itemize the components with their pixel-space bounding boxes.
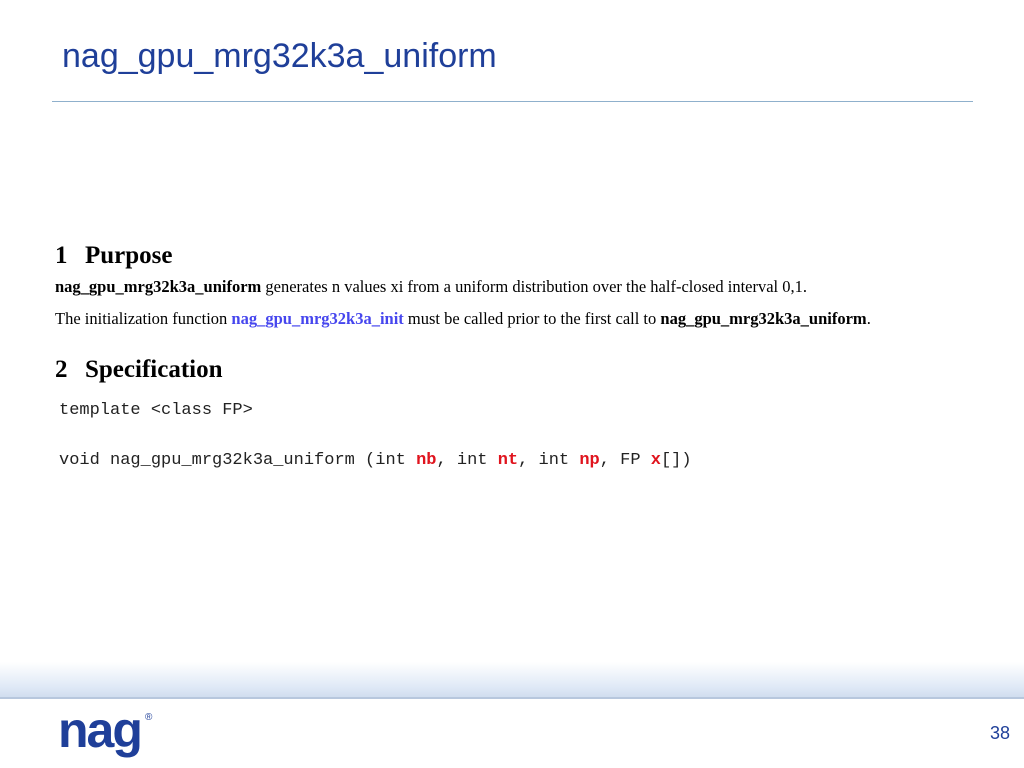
- init-end-text: .: [866, 309, 871, 328]
- param-nt: nt: [497, 451, 519, 470]
- purpose-paragraph: nag_gpu_mrg32k3a_uniform generates n val…: [55, 276, 955, 298]
- init-middle-text: must be called prior to the first call t…: [403, 309, 661, 328]
- param-nb: nb: [416, 451, 437, 470]
- param-np: np: [579, 451, 600, 470]
- document-excerpt: 1 Purpose nag_gpu_mrg32k3a_uniform genera…: [55, 238, 955, 473]
- page-number: 38: [989, 723, 1010, 743]
- function-name: nag_gpu_mrg32k3a_uniform: [55, 277, 262, 296]
- code-signature-suffix: []): [660, 451, 692, 470]
- init-function-link[interactable]: nag_gpu_mrg32k3a_init: [231, 309, 403, 328]
- slide: nag_gpu_mrg32k3a_uniform 1 Purpose nag_gp…: [0, 0, 1024, 768]
- code-separator: , int: [436, 451, 498, 470]
- slide-title: nag_gpu_mrg32k3a_uniform: [62, 37, 497, 75]
- section-title: Purpose: [85, 242, 173, 269]
- section-number: 2: [55, 356, 68, 383]
- code-signature-prefix: void nag_gpu_mrg32k3a_uniform (int: [59, 451, 417, 470]
- code-signature-line: void nag_gpu_mrg32k3a_uniform (int nb, i…: [59, 448, 955, 473]
- param-x: x: [650, 451, 661, 470]
- init-paragraph: The initialization function nag_gpu_mrg3…: [55, 308, 955, 330]
- code-separator: , FP: [599, 451, 651, 470]
- nag-logo: nag: [58, 702, 143, 758]
- init-lead-text: The initialization function: [55, 309, 232, 328]
- section-heading-specification: 2 Specification: [55, 352, 955, 388]
- footer-divider: [0, 697, 1024, 699]
- code-separator: , int: [518, 451, 580, 470]
- title-divider: [52, 101, 973, 102]
- registered-mark: ®: [145, 712, 153, 723]
- function-name: nag_gpu_mrg32k3a_uniform: [660, 309, 867, 328]
- purpose-text: generates n values xi from a uniform dis…: [261, 277, 807, 296]
- section-title: Specification: [85, 356, 223, 383]
- code-block: template <class FP> void nag_gpu_mrg32k3a…: [59, 398, 955, 473]
- section-heading-purpose: 1 Purpose: [55, 238, 955, 274]
- section-number: 1: [55, 242, 68, 269]
- footer-gradient-band: [0, 662, 1024, 698]
- code-template-line: template <class FP>: [59, 401, 253, 420]
